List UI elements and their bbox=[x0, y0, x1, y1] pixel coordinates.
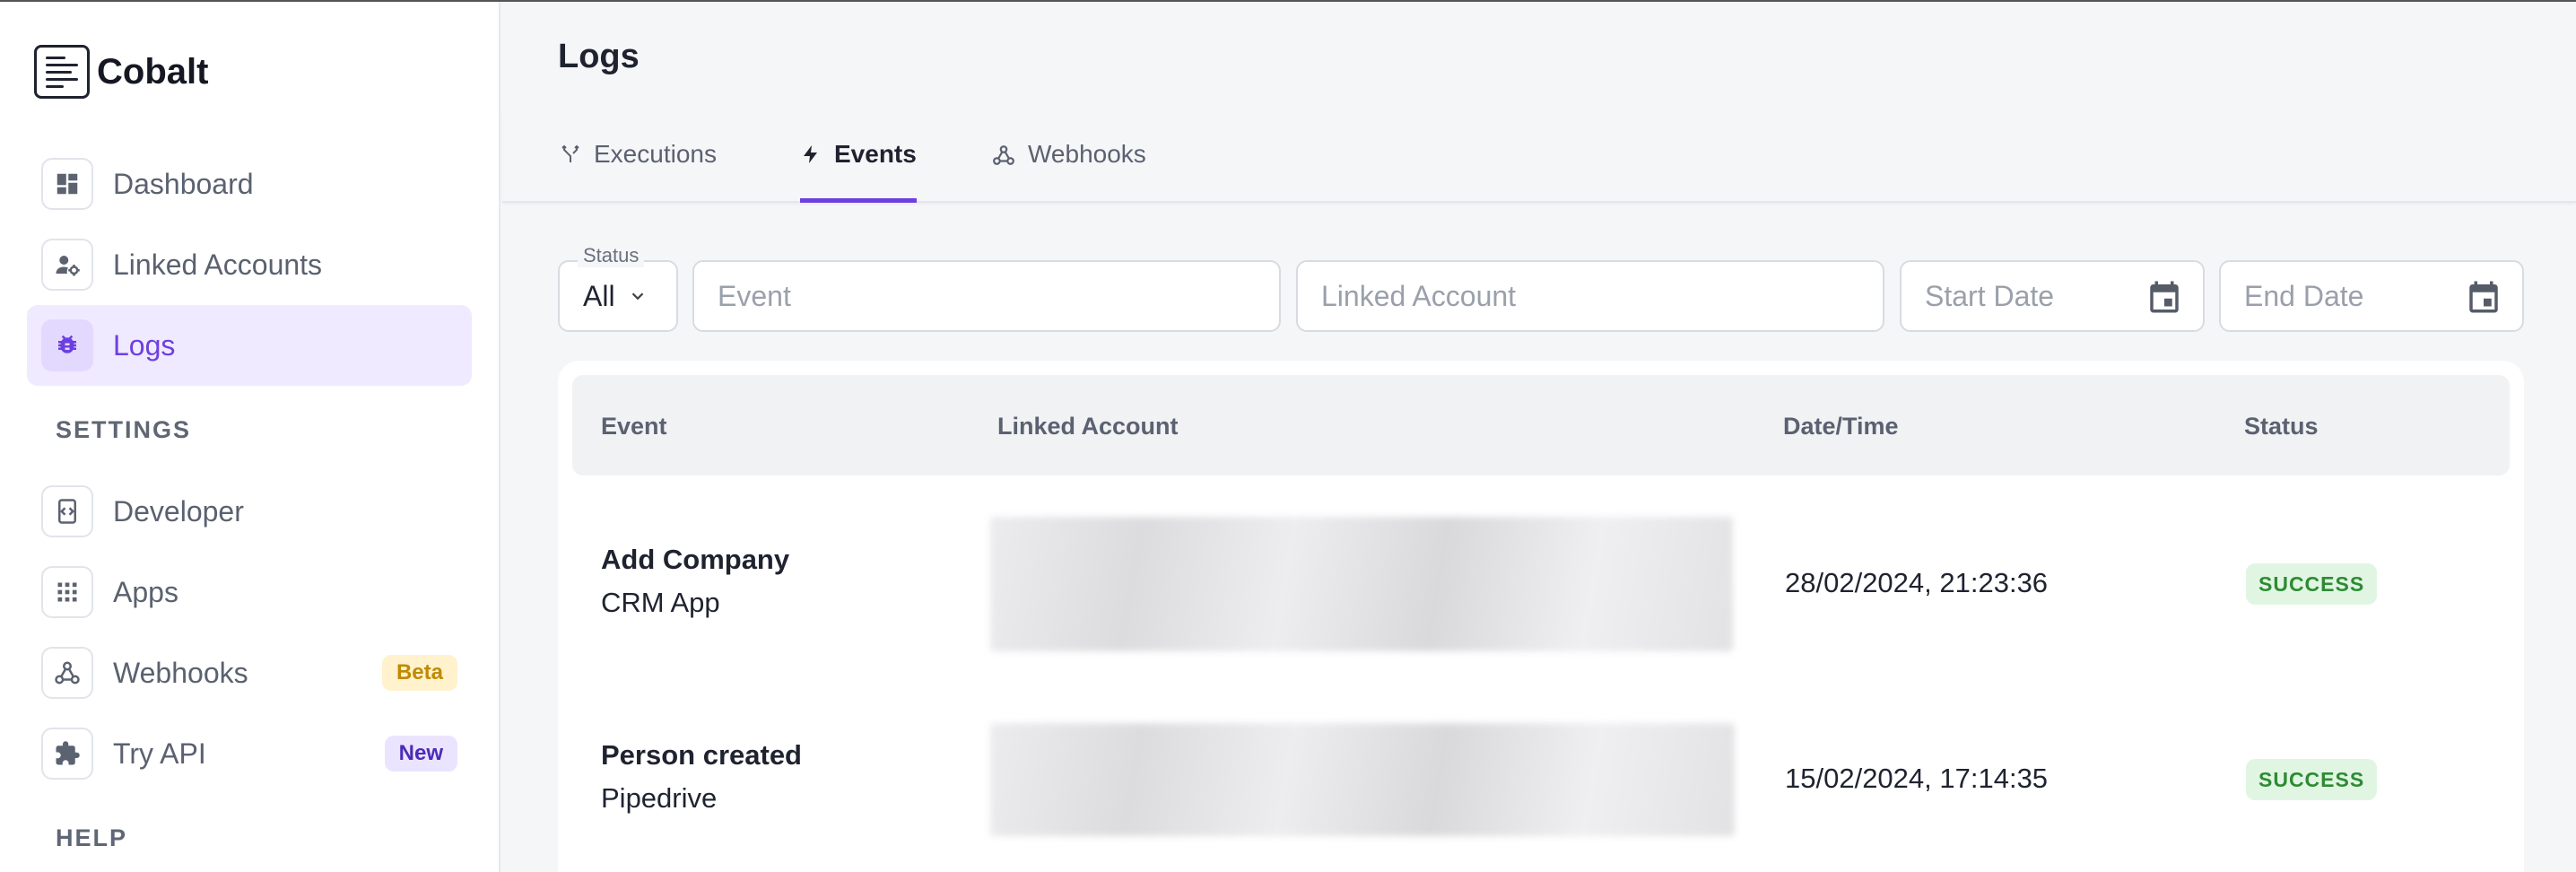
help-section-header: HELP bbox=[56, 824, 128, 851]
event-placeholder: Event bbox=[718, 279, 791, 312]
brand-name: Cobalt bbox=[97, 51, 209, 92]
event-input[interactable]: Event bbox=[692, 260, 1281, 332]
calendar-icon[interactable] bbox=[2145, 278, 2183, 316]
calendar-icon[interactable] bbox=[2465, 278, 2502, 316]
tab-executions[interactable]: Executions bbox=[560, 140, 717, 203]
apps-grid-icon bbox=[41, 566, 93, 618]
dashboard-icon bbox=[41, 158, 93, 210]
linked-account-input[interactable]: Linked Account bbox=[1296, 260, 1884, 332]
beta-badge: Beta bbox=[381, 655, 457, 691]
page-title: Logs bbox=[558, 38, 640, 75]
sidebar-item-dashboard[interactable]: Dashboard bbox=[27, 144, 472, 224]
webhook-icon bbox=[993, 145, 1014, 165]
table-header: Event Linked Account Date/Time Status bbox=[572, 375, 2510, 475]
brand[interactable]: Cobalt bbox=[34, 45, 208, 99]
webhook-icon bbox=[41, 647, 93, 699]
sidebar: Cobalt Dashboard Linked Accounts Logs SE… bbox=[0, 2, 500, 872]
sidebar-item-label: Try API bbox=[113, 737, 206, 770]
status-badge: SUCCESS bbox=[2246, 759, 2378, 800]
sidebar-item-linked-accounts[interactable]: Linked Accounts bbox=[27, 224, 472, 305]
event-app: Pipedrive bbox=[601, 782, 718, 814]
tab-bar: Executions Events Webhooks bbox=[502, 109, 2576, 203]
column-header-datetime[interactable]: Date/Time bbox=[1783, 413, 1899, 440]
sidebar-item-label: Logs bbox=[113, 328, 176, 362]
status-legend: Status bbox=[578, 244, 645, 267]
linked-account-redacted bbox=[990, 723, 1735, 836]
status-select[interactable]: Status All bbox=[558, 244, 678, 332]
sidebar-item-developer[interactable]: Developer bbox=[27, 471, 472, 552]
tab-label: Executions bbox=[594, 140, 717, 168]
linked-account-redacted bbox=[990, 517, 1733, 651]
settings-section-header: SETTINGS bbox=[56, 416, 192, 443]
tab-webhooks[interactable]: Webhooks bbox=[992, 140, 1146, 203]
events-table: Event Linked Account Date/Time Status Ad… bbox=[558, 361, 2524, 872]
developer-icon bbox=[41, 485, 93, 537]
end-date-input[interactable]: End Date bbox=[2219, 260, 2524, 332]
event-datetime: 28/02/2024, 21:23:36 bbox=[1785, 567, 2049, 598]
puzzle-icon bbox=[41, 728, 93, 780]
bolt-icon bbox=[804, 145, 817, 163]
sidebar-item-apps[interactable]: Apps bbox=[27, 552, 472, 632]
sidebar-item-label: Webhooks bbox=[113, 656, 248, 689]
fork-icon bbox=[561, 144, 579, 162]
sidebar-item-label: Apps bbox=[113, 575, 178, 608]
cobalt-logo-icon bbox=[34, 45, 90, 99]
status-badge: SUCCESS bbox=[2246, 563, 2378, 605]
user-settings-icon bbox=[41, 239, 93, 291]
linked-account-placeholder: Linked Account bbox=[1321, 279, 1517, 312]
new-badge: New bbox=[384, 736, 457, 772]
end-date-placeholder: End Date bbox=[2244, 279, 2364, 312]
tab-events[interactable]: Events bbox=[800, 140, 917, 203]
start-date-placeholder: Start Date bbox=[1925, 279, 2055, 312]
sidebar-item-try-api[interactable]: Try API New bbox=[27, 713, 472, 794]
chevron-down-icon bbox=[631, 292, 643, 301]
event-name: Add Company bbox=[601, 544, 790, 575]
status-value: All bbox=[583, 279, 615, 312]
tab-label: Events bbox=[834, 140, 917, 168]
column-header-linked-account[interactable]: Linked Account bbox=[997, 413, 1179, 440]
event-app: CRM App bbox=[601, 587, 720, 618]
sidebar-item-logs[interactable]: Logs bbox=[27, 305, 472, 386]
sidebar-item-label: Developer bbox=[113, 494, 244, 528]
sidebar-item-webhooks[interactable]: Webhooks Beta bbox=[27, 632, 472, 713]
sidebar-item-label: Dashboard bbox=[113, 167, 254, 200]
column-header-event[interactable]: Event bbox=[601, 413, 667, 440]
column-header-status[interactable]: Status bbox=[2244, 413, 2319, 440]
event-name: Person created bbox=[601, 739, 802, 771]
event-datetime: 15/02/2024, 17:14:35 bbox=[1785, 763, 2049, 794]
bug-icon bbox=[41, 319, 93, 371]
start-date-input[interactable]: Start Date bbox=[1900, 260, 2205, 332]
tab-label: Webhooks bbox=[1028, 140, 1146, 168]
sidebar-item-label: Linked Accounts bbox=[113, 248, 323, 281]
